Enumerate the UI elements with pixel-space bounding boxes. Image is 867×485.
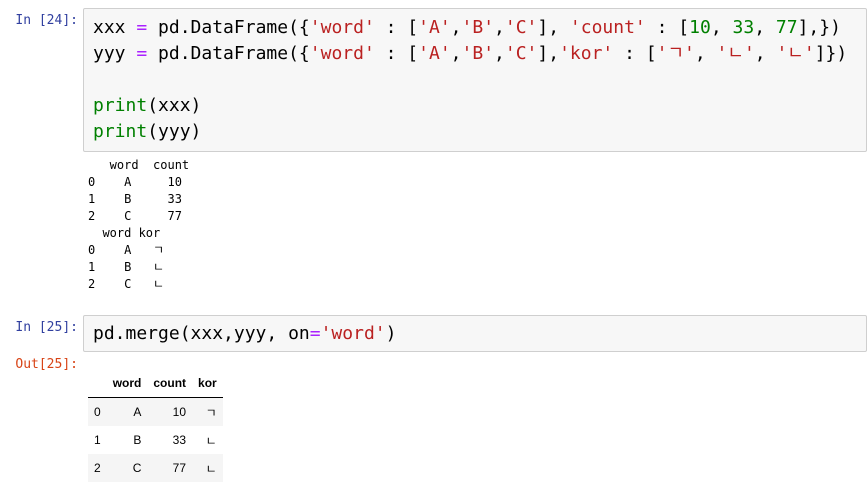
table-cell: 33 xyxy=(172,433,187,447)
code-line: yyy = pd.DataFrame({'word' : ['A','B','C… xyxy=(93,41,847,67)
row-index: 0 xyxy=(94,405,101,419)
code-token: (xxx) xyxy=(147,95,202,116)
output-prompt-25: Out[25]: xyxy=(15,357,78,372)
table-cell: 10 xyxy=(172,405,187,419)
stdout-output-24: word count 0 A 10 1 B 33 2 C 77 word kor… xyxy=(88,158,190,291)
table-row: 0 A 10 ㄱ xyxy=(88,397,223,426)
code-token: 'A' xyxy=(418,17,451,38)
code-token: , xyxy=(494,17,505,38)
code-token: (yyy) xyxy=(147,121,202,142)
code-token: 'ㄴ' xyxy=(716,43,755,64)
merged-dataframe-table: word count kor 0 A 10 ㄱ 1 B 33 ㄴ 2 C 77 … xyxy=(88,370,223,482)
code-cell-24[interactable]: xxx = pd.DataFrame({'word' : ['A','B','C… xyxy=(83,8,867,152)
code-token: 'ㄴ' xyxy=(776,43,815,64)
code-token: 'kor' xyxy=(559,43,614,64)
table-cell: C xyxy=(132,461,142,475)
code-cell-25[interactable]: pd.merge(xxx,yyy, on='word') xyxy=(83,315,867,352)
input-prompt-25: In [25]: xyxy=(15,320,78,335)
code-token: 'word' xyxy=(320,323,386,344)
table-row: 1 B 33 ㄴ xyxy=(88,426,223,454)
code-token: pd.DataFrame({ xyxy=(147,43,310,64)
code-token: , xyxy=(754,17,776,38)
code-token: 77 xyxy=(775,17,798,38)
code-token: , xyxy=(710,17,733,38)
code-token: 'word' xyxy=(309,43,375,64)
row-index: 2 xyxy=(94,461,101,475)
code-token: ], xyxy=(537,17,570,38)
code-token: ],}) xyxy=(797,17,841,38)
code-token: : [ xyxy=(645,17,690,38)
table-cell: 77 xyxy=(172,461,187,475)
code-line: print(xxx) xyxy=(93,93,201,119)
code-token: , xyxy=(694,43,717,64)
code-line: xxx = pd.DataFrame({'word' : ['A','B','C… xyxy=(93,15,841,41)
code-token: = xyxy=(136,17,148,38)
code-token: 'count' xyxy=(569,17,646,38)
code-token: print xyxy=(93,95,148,116)
code-token: 'word' xyxy=(309,17,375,38)
code-token: xxx xyxy=(93,17,137,38)
column-header: word xyxy=(106,370,148,398)
code-token: 'ㄱ' xyxy=(656,43,695,64)
code-token: , xyxy=(754,43,777,64)
code-token: 'A' xyxy=(418,43,451,64)
code-token: = xyxy=(136,43,148,64)
code-token: 'C' xyxy=(504,43,538,64)
code-token: ], xyxy=(537,43,560,64)
column-header: count xyxy=(147,370,193,398)
row-index: 1 xyxy=(94,433,101,447)
code-token: : [ xyxy=(374,17,419,38)
code-token: , xyxy=(494,43,505,64)
code-token: : [ xyxy=(374,43,419,64)
code-line: print(yyy) xyxy=(93,119,201,145)
column-header xyxy=(88,370,107,398)
table-row: 2 C 77 ㄴ xyxy=(88,454,223,482)
code-token: 10 xyxy=(689,17,711,38)
column-header: kor xyxy=(192,370,223,398)
code-token: 'C' xyxy=(504,17,538,38)
code-line: pd.merge(xxx,yyy, on='word') xyxy=(93,321,396,347)
table-cell: B xyxy=(133,433,142,447)
code-token: pd.merge(xxx,yyy, on xyxy=(93,323,310,344)
code-token: ) xyxy=(385,323,397,344)
code-token: = xyxy=(309,323,321,344)
code-token: 'B' xyxy=(461,17,495,38)
table-header-row: word count kor xyxy=(88,370,223,398)
table-cell: ㄴ xyxy=(205,433,217,448)
code-token: 33 xyxy=(732,17,755,38)
code-token: yyy xyxy=(93,43,137,64)
code-token: ]}) xyxy=(814,43,848,64)
code-token: pd.DataFrame({ xyxy=(147,17,310,38)
table-cell: ㄴ xyxy=(205,461,217,476)
code-token: 'B' xyxy=(461,43,495,64)
input-prompt-24: In [24]: xyxy=(15,13,78,28)
code-token: , xyxy=(450,17,462,38)
table-cell: ㄱ xyxy=(205,405,217,420)
code-token: , xyxy=(450,43,462,64)
code-token: : [ xyxy=(613,43,657,64)
table-cell: A xyxy=(133,405,142,419)
code-token: print xyxy=(93,121,148,142)
